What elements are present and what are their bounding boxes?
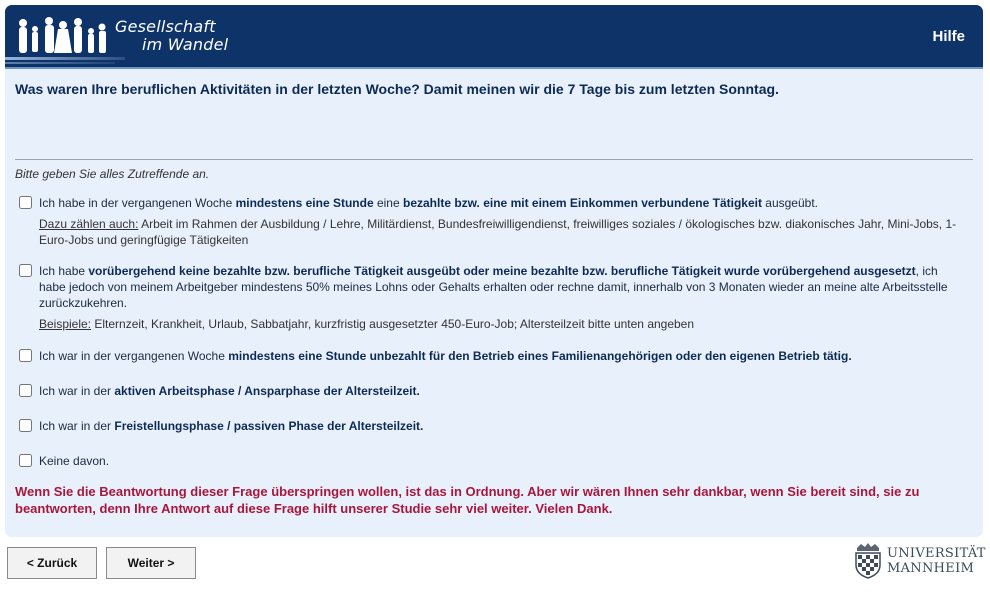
- university-name-line1: UNIVERSITÄT: [887, 546, 986, 561]
- instruction-text: Bitte geben Sie alles Zutreffende an.: [15, 167, 210, 181]
- logo-title-line2: im Wandel: [142, 35, 229, 54]
- gesellschaft-im-wandel-logo: Gesellschaft im Wandel: [5, 5, 245, 69]
- university-crest-icon: [855, 543, 881, 579]
- back-button[interactable]: < Zurück: [7, 547, 97, 579]
- option-none-checkbox[interactable]: [19, 454, 32, 467]
- option-paid-work-details: Dazu zählen auch: Arbeit im Rahmen der A…: [39, 217, 957, 247]
- option-passive-partial-retirement[interactable]: Ich war in der Freistellungsphase / pass…: [19, 418, 963, 434]
- option-family-business-label: Ich war in der vergangenen Woche mindest…: [39, 349, 852, 363]
- option-temporarily-absent-examples: Beispiele: Elternzeit, Krankheit, Urlaub…: [39, 317, 695, 331]
- option-temporarily-absent-label: Ich habe vorübergehend keine bezahlte bz…: [39, 264, 948, 310]
- next-button[interactable]: Weiter >: [106, 547, 196, 579]
- option-none-label: Keine davon.: [39, 454, 110, 468]
- option-temporarily-absent-checkbox[interactable]: [19, 264, 32, 277]
- option-active-partial-retirement-checkbox[interactable]: [19, 384, 32, 397]
- university-mannheim-logo: UNIVERSITÄT MANNHEIM: [851, 542, 986, 582]
- survey-panel: Gesellschaft im Wandel Hilfe Was waren I…: [5, 5, 983, 537]
- option-temporarily-absent[interactable]: Ich habe vorübergehend keine bezahlte bz…: [19, 263, 963, 332]
- option-active-partial-retirement-label: Ich war in der aktiven Arbeitsphase / An…: [39, 384, 420, 398]
- logo-title-line1: Gesellschaft: [115, 17, 216, 36]
- help-link[interactable]: Hilfe: [932, 28, 965, 45]
- option-none[interactable]: Keine davon.: [19, 453, 963, 469]
- option-family-business-checkbox[interactable]: [19, 349, 32, 362]
- option-family-business[interactable]: Ich war in der vergangenen Woche mindest…: [19, 348, 963, 364]
- option-paid-work-checkbox[interactable]: [19, 196, 32, 209]
- question-text: Was waren Ihre beruflichen Aktivitäten i…: [15, 81, 779, 97]
- option-active-partial-retirement[interactable]: Ich war in der aktiven Arbeitsphase / An…: [19, 383, 963, 399]
- option-passive-partial-retirement-label: Ich war in der Freistellungsphase / pass…: [39, 419, 424, 433]
- option-paid-work[interactable]: Ich habe in der vergangenen Woche mindes…: [19, 195, 963, 248]
- family-silhouette-icon: [5, 17, 125, 64]
- header-bar: Gesellschaft im Wandel Hilfe: [5, 5, 983, 69]
- question-divider: [15, 159, 973, 160]
- option-passive-partial-retirement-checkbox[interactable]: [19, 419, 32, 432]
- university-name-line2: MANNHEIM: [887, 561, 975, 576]
- skip-hint-text: Wenn Sie die Beantwortung dieser Frage ü…: [15, 484, 920, 516]
- option-paid-work-label: Ich habe in der vergangenen Woche mindes…: [39, 196, 818, 210]
